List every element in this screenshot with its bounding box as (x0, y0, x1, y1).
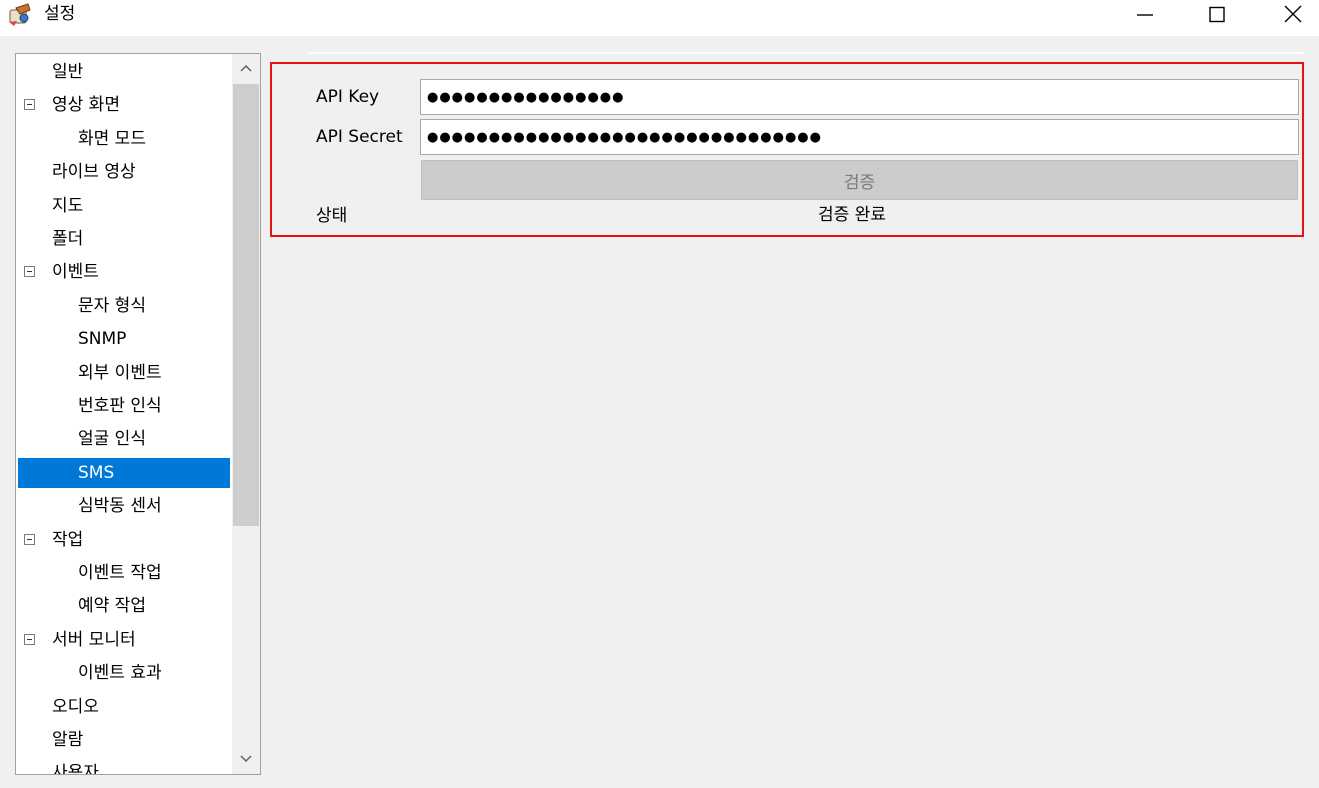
tree-item-label: 영상 화면 (52, 95, 120, 116)
tree-item-label: SMS (78, 462, 115, 483)
tree-item-label: 문자 형식 (78, 295, 146, 316)
api-secret-label: API Secret (316, 127, 403, 147)
api-key-field[interactable] (420, 79, 1299, 115)
tree-item[interactable]: 폴더 (18, 224, 230, 254)
tree-item-label: 알람 (52, 730, 84, 750)
tree-item[interactable]: 알람 (18, 725, 230, 755)
tree-item-label: 번호판 인식 (78, 396, 162, 416)
tree-item-label: 지도 (52, 195, 84, 216)
scroll-thumb[interactable] (233, 84, 259, 526)
tree-item[interactable]: 이벤트 (18, 257, 230, 287)
tree-item[interactable]: 사용자 (18, 758, 230, 775)
tree-item-label: 이벤트 (52, 262, 99, 283)
verify-button[interactable]: 검증 (421, 160, 1298, 200)
close-button[interactable] (1270, 0, 1316, 30)
tree-item-label: 폴더 (52, 229, 84, 249)
api-secret-field[interactable] (420, 119, 1299, 155)
tree-item[interactable]: 문자 형식 (18, 291, 230, 321)
tree-item-label: 심박동 센서 (78, 496, 162, 517)
tree-item[interactable]: 심박동 센서 (18, 491, 230, 521)
tree-item-label: 오디오 (52, 696, 99, 717)
status-value: 검증 완료 (818, 205, 886, 225)
tree-item[interactable]: 얼굴 인식 (18, 424, 230, 454)
tree-item[interactable]: 외부 이벤트 (18, 358, 230, 388)
tree-item[interactable]: SMS (18, 457, 230, 488)
tree-item[interactable]: 라이브 영상 (18, 157, 230, 187)
tree-item-label: 사용자 (52, 763, 99, 775)
scroll-down-button[interactable] (232, 744, 260, 774)
tree-item-label: 이벤트 효과 (78, 663, 162, 684)
tree-item-label: 이벤트 작업 (78, 563, 162, 583)
tree-item[interactable]: 이벤트 작업 (18, 558, 230, 588)
collapse-icon[interactable] (24, 533, 35, 545)
tree-item[interactable]: 이벤트 효과 (18, 658, 230, 688)
collapse-icon[interactable] (24, 633, 35, 645)
api-key-label: API Key (316, 87, 380, 107)
tree-scrollbar[interactable] (232, 54, 260, 774)
tree-item-label: 라이브 영상 (52, 162, 136, 183)
tree-item[interactable]: 번호판 인식 (18, 391, 230, 421)
tree-item-label: 작업 (52, 529, 84, 550)
tree-item[interactable]: 예약 작업 (18, 591, 230, 621)
tree-item-label: 화면 모드 (78, 128, 146, 149)
tree-item[interactable]: 화면 모드 (18, 124, 230, 154)
tree-item-label: 일반 (52, 62, 84, 82)
tree-item-label: 얼굴 인식 (78, 429, 146, 450)
minimize-button[interactable] (1122, 0, 1168, 30)
tree-item[interactable]: 지도 (18, 191, 230, 221)
tree-item[interactable]: 일반 (18, 57, 230, 87)
tree-item[interactable]: 영상 화면 (18, 90, 230, 120)
settings-app-icon (6, 2, 34, 28)
title-bar: 설정 (0, 0, 1319, 36)
scroll-up-button[interactable] (232, 54, 260, 84)
collapse-icon[interactable] (24, 99, 35, 111)
content-divider (308, 52, 1305, 54)
tree-item[interactable]: 오디오 (18, 692, 230, 722)
tree-item-label: 서버 모니터 (52, 629, 136, 650)
status-label: 상태 (316, 206, 348, 226)
maximize-button[interactable] (1194, 0, 1240, 30)
settings-tree[interactable]: 사용자 알람 오디오 이벤트 효과 서버 모니터 예약 작업 이벤트 작업 작업 심박동 센서 S… (15, 53, 261, 775)
window-title: 설정 (44, 4, 76, 24)
tree-item[interactable]: 서버 모니터 (18, 625, 230, 655)
tree-item[interactable]: 작업 (18, 525, 230, 555)
tree-item[interactable]: SNMP (18, 324, 230, 354)
collapse-icon[interactable] (24, 266, 35, 278)
tree-item-label: 예약 작업 (78, 596, 146, 617)
tree-item-label: SNMP (78, 329, 127, 350)
tree-item-label: 외부 이벤트 (78, 362, 162, 383)
